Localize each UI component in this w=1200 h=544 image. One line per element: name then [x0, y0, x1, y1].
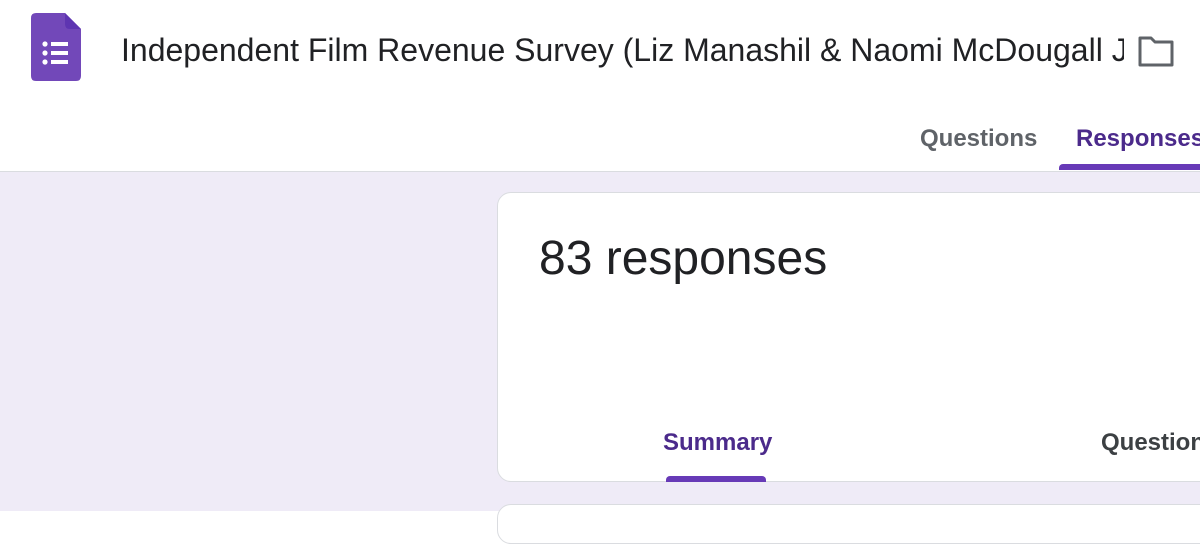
form-header: Independent Film Revenue Survey (Liz Man… [0, 0, 1200, 172]
next-card [497, 504, 1200, 544]
tab-questions[interactable]: Questions [920, 118, 1037, 170]
responses-summary-card: 83 responses Summary Question [497, 192, 1200, 482]
form-title[interactable]: Independent Film Revenue Survey (Liz Man… [121, 28, 1124, 72]
google-forms-icon[interactable] [31, 13, 81, 81]
tab-responses[interactable]: Responses [1059, 118, 1200, 170]
summary-tab-indicator [666, 476, 766, 482]
folder-icon[interactable] [1137, 34, 1175, 68]
active-tab-indicator [1059, 164, 1200, 170]
tab-summary[interactable]: Summary [663, 425, 772, 461]
responses-count: 83 responses [539, 232, 828, 285]
tab-question[interactable]: Question [1101, 425, 1200, 461]
